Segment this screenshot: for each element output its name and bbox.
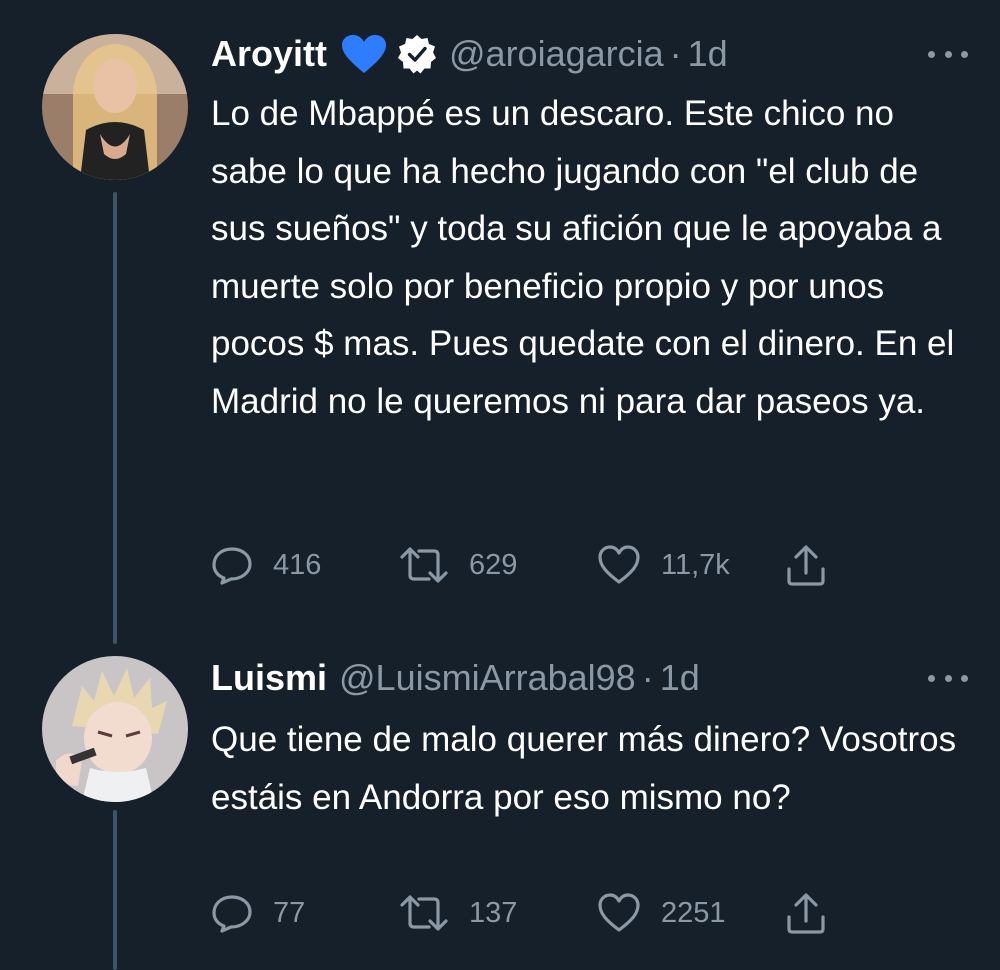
retweet-icon [400, 547, 448, 583]
separator: · [669, 33, 682, 74]
reply-button[interactable]: 77 [211, 888, 305, 938]
retweet-count: 137 [469, 896, 518, 929]
share-button[interactable] [785, 888, 827, 938]
separator: · [641, 657, 654, 698]
more-icon[interactable] [928, 668, 968, 688]
tweet-text: Que tiene de malo querer más dinero? Vos… [211, 720, 957, 817]
tweet[interactable]: Luismi @LuismiArrabal98 · 1d Que tiene d… [0, 640, 1000, 970]
more-icon[interactable] [928, 44, 968, 64]
tweet-actions: 416 629 11,7k [211, 540, 911, 590]
reply-icon [212, 547, 252, 585]
retweet-count: 629 [469, 548, 518, 581]
retweet-button[interactable]: 629 [399, 540, 517, 590]
timestamp[interactable]: 1d [688, 33, 728, 75]
like-count: 11,7k [661, 548, 730, 581]
reply-icon [212, 895, 252, 933]
verified-badge-icon [397, 34, 437, 74]
handle[interactable]: @LuismiArrabal98 [339, 657, 636, 699]
like-button[interactable]: 2251 [597, 888, 726, 938]
tweet-header: Luismi @LuismiArrabal98 · 1d [211, 652, 930, 704]
tweet-actions: 77 137 2251 [211, 888, 911, 938]
share-button[interactable] [785, 540, 827, 590]
share-icon [787, 545, 825, 586]
avatar[interactable] [42, 656, 188, 802]
tweet-header: Aroyitt @aroiagarcia · 1d [211, 28, 930, 80]
blue-heart-emoji [341, 34, 387, 74]
share-icon [787, 893, 825, 934]
thread-line [113, 192, 117, 644]
display-name[interactable]: Luismi [211, 657, 327, 699]
timestamp[interactable]: 1d [660, 657, 700, 699]
reply-button[interactable]: 416 [211, 540, 321, 590]
like-icon [598, 893, 640, 932]
like-count: 2251 [661, 896, 726, 929]
reply-count: 77 [273, 896, 306, 929]
display-name[interactable]: Aroyitt [211, 33, 327, 75]
like-button[interactable]: 11,7k [597, 540, 730, 590]
avatar[interactable] [42, 34, 188, 180]
like-icon [598, 545, 640, 584]
tweet[interactable]: Aroyitt @aroiagarcia · 1d Lo de Mbappé e… [0, 0, 1000, 644]
reply-count: 416 [273, 548, 322, 581]
tweet-text: Lo de Mbappé es un descaro. Este chico n… [211, 94, 955, 421]
thread-line [113, 810, 117, 970]
retweet-button[interactable]: 137 [399, 888, 517, 938]
handle[interactable]: @aroiagarcia [449, 33, 664, 75]
retweet-icon [400, 895, 448, 931]
